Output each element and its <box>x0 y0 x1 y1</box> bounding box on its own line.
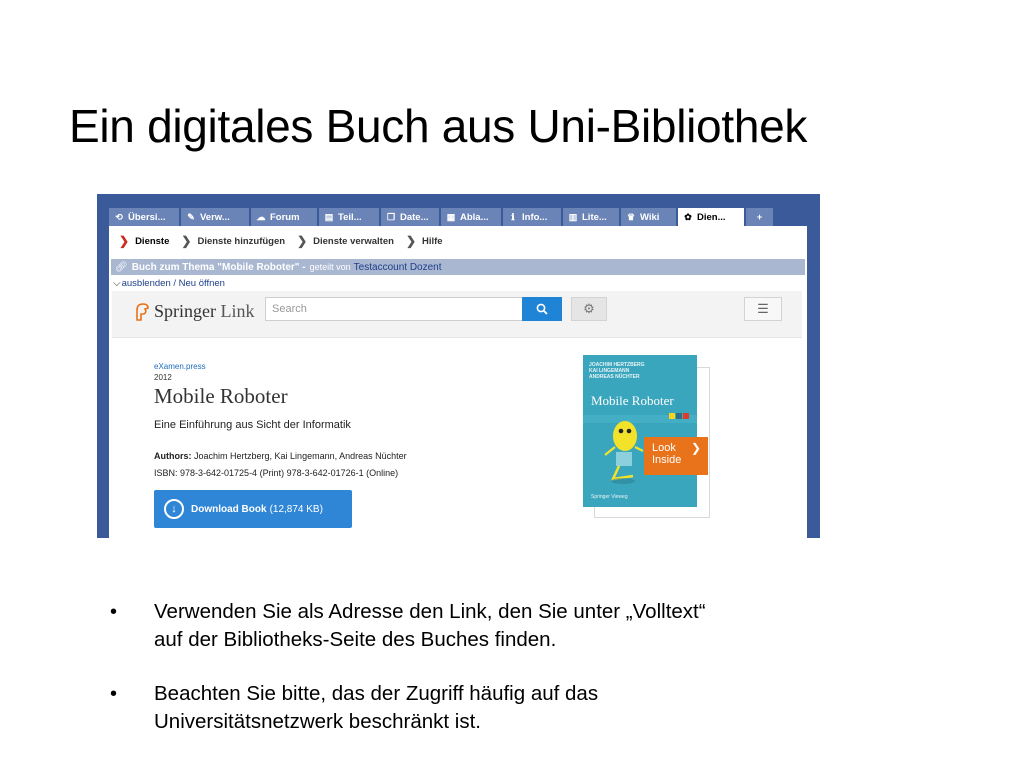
shared-by-user-link[interactable]: Testaccount Dozent <box>354 262 442 273</box>
slide-title: Ein digitales Buch aus Uni-Bibliothek <box>69 100 808 152</box>
schedule-icon: ▦ <box>446 211 456 222</box>
robot-illustration-icon <box>583 413 697 484</box>
download-book-button[interactable]: ↓ Download Book (12,874 KB) <box>154 490 352 528</box>
shared-resource-bar: 🔗︎ Buch zum Thema "Mobile Roboter" - get… <box>111 259 805 275</box>
tab-admin[interactable]: ✎ Verw... <box>181 208 249 226</box>
list-menu-icon: ☰ <box>757 301 769 316</box>
tab-add[interactable]: + <box>746 208 773 226</box>
look-inside-button[interactable]: Look Inside ❯ <box>644 437 708 475</box>
files-icon: ❐ <box>386 211 396 222</box>
gear-icon: ⚙ <box>583 301 595 316</box>
search-icon <box>536 303 548 315</box>
chevron-right-icon: ❯ <box>405 234 416 248</box>
forum-icon: ☁ <box>256 211 266 222</box>
search-button[interactable] <box>522 297 562 321</box>
lms-window: ⟲ Übersi... ✎ Verw... ☁ Forum ▤ Teil... ❐ Dat… <box>109 208 807 538</box>
springer-link-page: Springer Link Search ⚙ ☰ eXamen.press 20… <box>112 291 802 538</box>
springer-horse-icon <box>136 302 149 321</box>
shared-resource-title: Buch zum Thema "Mobile Roboter" - <box>131 261 306 273</box>
literature-icon: ▥ <box>568 211 578 222</box>
sub-navigation: ❯ Dienste ❯ Dienste hinzufügen ❯ Dienste ve… <box>109 226 807 256</box>
book-cover[interactable]: JOACHIM HERTZBERG KAI LINGEMANN ANDREAS … <box>583 355 697 507</box>
chevron-down-icon: ⌵ <box>113 278 121 289</box>
publication-year: 2012 <box>154 373 172 382</box>
springer-header: Springer Link Search ⚙ ☰ <box>112 291 802 338</box>
participants-icon: ▤ <box>324 211 334 222</box>
toggle-hide-reopen[interactable]: ⌵ausblenden / Neu öffnen <box>113 278 225 289</box>
bullet-item: • Verwenden Sie als Adresse den Link, de… <box>110 600 706 651</box>
subnav-services[interactable]: ❯ Dienste <box>119 234 169 248</box>
bullet-list: • Verwenden Sie als Adresse den Link, de… <box>110 598 930 762</box>
book-authors: Authors: Joachim Hertzberg, Kai Lingeman… <box>154 451 407 461</box>
subnav-manage-services[interactable]: ❯ Dienste verwalten <box>297 234 394 248</box>
tab-literature[interactable]: ▥ Lite... <box>563 208 619 226</box>
tab-bar: ⟲ Übersi... ✎ Verw... ☁ Forum ▤ Teil... ❐ Dat… <box>109 208 807 226</box>
subnav-add-services[interactable]: ❯ Dienste hinzufügen <box>181 234 285 248</box>
series-link[interactable]: eXamen.press <box>154 362 206 371</box>
tab-schedule[interactable]: ▦ Abla... <box>441 208 501 226</box>
bullet-dot: • <box>110 601 118 623</box>
tab-info[interactable]: ℹ Info... <box>503 208 561 226</box>
tab-services[interactable]: ✿ Dien... <box>678 208 744 226</box>
shared-by-label: geteilt von <box>309 262 351 272</box>
springer-logo[interactable]: Springer Link <box>134 301 255 322</box>
tab-overview[interactable]: ⟲ Übersi... <box>109 208 179 226</box>
search-input[interactable]: Search <box>265 297 523 321</box>
plus-icon: + <box>756 211 763 223</box>
book-subtitle: Eine Einführung aus Sicht der Informatik <box>154 419 351 431</box>
tab-forum[interactable]: ☁ Forum <box>251 208 317 226</box>
book-isbn: ISBN: 978-3-642-01725-4 (Print) 978-3-64… <box>154 468 399 478</box>
bullet-item: • Beachten Sie bitte, das der Zugriff hä… <box>110 682 599 733</box>
info-icon: ℹ <box>511 211 515 222</box>
wiki-icon: ♛ <box>626 211 636 222</box>
chevron-right-icon: ❯ <box>181 234 192 248</box>
book-title: Mobile Roboter <box>154 384 288 408</box>
tab-wiki[interactable]: ♛ Wiki <box>621 208 676 226</box>
link-icon: 🔗︎ <box>115 261 128 273</box>
admin-icon: ✎ <box>187 211 195 222</box>
bullet-dot: • <box>110 683 118 705</box>
subnav-help[interactable]: ❯ Hilfe <box>406 234 443 248</box>
menu-button[interactable]: ☰ <box>744 297 782 321</box>
screenshot-frame: ⟲ Übersi... ✎ Verw... ☁ Forum ▤ Teil... ❐ Dat… <box>97 194 820 538</box>
chevron-right-icon: ❯ <box>119 234 130 248</box>
tab-files[interactable]: ❐ Date... <box>381 208 439 226</box>
overview-icon: ⟲ <box>115 211 123 222</box>
services-icon: ✿ <box>684 211 692 222</box>
tab-participants[interactable]: ▤ Teil... <box>319 208 379 226</box>
settings-button[interactable]: ⚙ <box>571 297 607 321</box>
chevron-right-icon: ❯ <box>690 441 701 455</box>
chevron-right-icon: ❯ <box>297 234 308 248</box>
cover-publisher: Springer Vieweg <box>591 494 628 500</box>
download-icon: ↓ <box>164 499 184 519</box>
